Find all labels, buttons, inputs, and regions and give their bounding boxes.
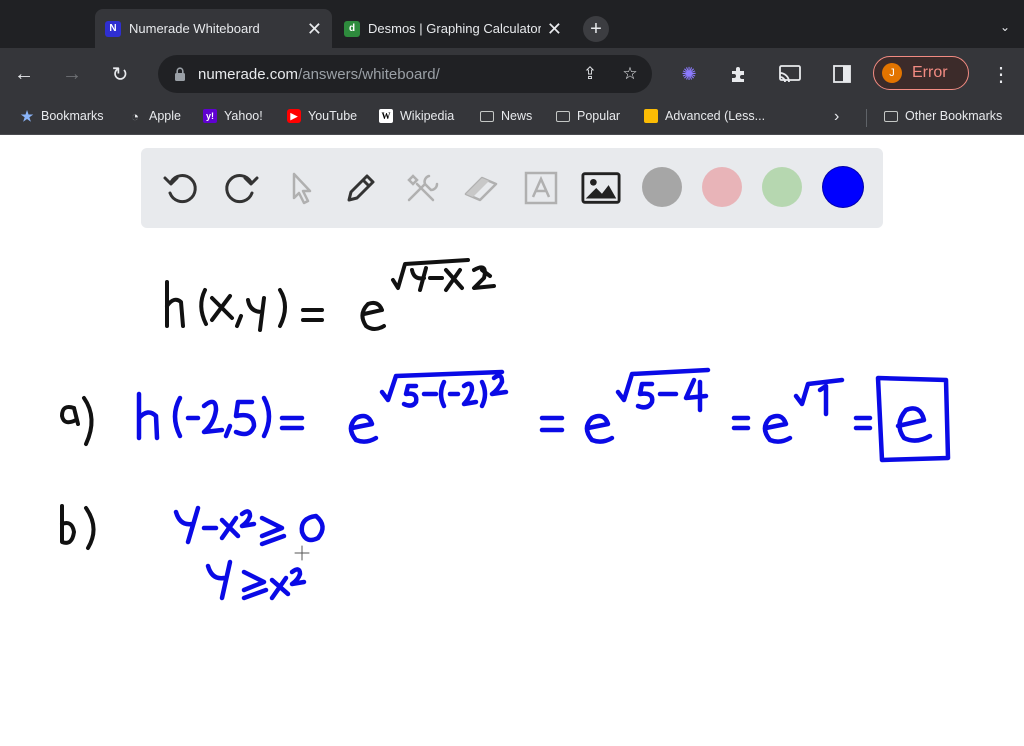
yahoo-icon: y! (203, 109, 217, 123)
color-swatch-blue-selected[interactable] (823, 167, 863, 207)
share-icon[interactable]: ⇪ (580, 64, 600, 84)
ink-function-definition (165, 258, 496, 332)
eraser-icon[interactable] (461, 168, 501, 208)
bookmark-youtube[interactable]: ▶ YouTube (287, 109, 357, 123)
bookmark-label: Wikipedia (400, 109, 455, 123)
bookmark-label: Other Bookmarks (905, 109, 1003, 123)
bookmark-news[interactable]: News (480, 109, 532, 123)
whiteboard-canvas[interactable] (0, 230, 1024, 746)
redo-icon[interactable] (221, 168, 261, 208)
color-swatch-pink[interactable] (702, 167, 742, 207)
pen-icon[interactable] (341, 168, 381, 208)
text-icon[interactable] (521, 168, 561, 208)
undo-icon[interactable] (161, 168, 201, 208)
side-panel-icon[interactable] (829, 61, 855, 87)
menu-kebab-icon[interactable]: ⋮ (988, 61, 1014, 87)
tab-strip: N Numerade Whiteboard ✕ d Desmos | Graph… (0, 0, 1024, 48)
whiteboard-toolbar (141, 148, 883, 228)
bookmark-star-icon[interactable]: ☆ (620, 64, 640, 84)
bookmark-wikipedia[interactable]: W Wikipedia (379, 109, 454, 123)
bookmark-advanced[interactable]: Advanced (Less... (644, 109, 765, 123)
lock-icon (175, 67, 185, 81)
folder-icon (480, 110, 494, 122)
back-button[interactable]: ← (10, 60, 38, 88)
tab-desmos[interactable]: d Desmos | Graphing Calculator ✕ (334, 9, 572, 48)
tools-icon[interactable] (401, 168, 441, 208)
new-tab-button[interactable]: + (583, 16, 609, 42)
youtube-icon: ▶ (287, 109, 301, 123)
avatar: J (882, 63, 902, 83)
desmos-icon: d (344, 20, 360, 37)
profile-status-label: Error (912, 64, 948, 81)
tab-numerade-whiteboard[interactable]: N Numerade Whiteboard ✕ (95, 9, 332, 48)
bookmark-popular[interactable]: Popular (556, 109, 620, 123)
apple-icon: ◔ (131, 108, 139, 124)
wikipedia-icon: W (379, 109, 393, 123)
profile-error-button[interactable]: J Error (873, 56, 969, 90)
cast-icon[interactable] (777, 61, 803, 87)
bookmark-yahoo[interactable]: y! Yahoo! (203, 109, 263, 123)
image-icon[interactable] (581, 168, 621, 208)
bookmark-label: News (501, 109, 533, 123)
bookmark-other[interactable]: Other Bookmarks (884, 109, 1002, 123)
bookmark-label: Apple (149, 109, 181, 123)
bookmark-label: Bookmarks (41, 109, 104, 123)
folder-icon (884, 110, 898, 122)
extension-gear-icon[interactable]: ✺ (676, 61, 702, 87)
bookmarks-divider (866, 109, 867, 127)
ink-part-a-label (60, 396, 94, 446)
color-swatch-gray[interactable] (642, 167, 682, 207)
numerade-icon: N (105, 20, 121, 37)
url-path: /answers/whiteboard/ (298, 65, 440, 83)
bookmark-label: YouTube (308, 109, 358, 123)
address-bar[interactable]: numerade.com/answers/whiteboard/ ⇪ ☆ (158, 55, 652, 93)
ink-part-b-label (60, 504, 96, 550)
bookmark-bookmarks[interactable]: ★ Bookmarks (20, 107, 104, 124)
forward-button[interactable]: → (58, 60, 86, 88)
bookmark-label: Popular (577, 109, 621, 123)
select-cursor-icon[interactable] (281, 168, 321, 208)
bookmark-label: Yahoo! (224, 109, 263, 123)
close-tab-icon[interactable]: ✕ (547, 20, 562, 38)
tab-search-chevron-icon[interactable]: ⌄ (1000, 20, 1010, 34)
crosshair-cursor-icon (294, 545, 310, 561)
reload-button[interactable]: ↻ (106, 60, 134, 88)
tab-title: Numerade Whiteboard (129, 21, 260, 36)
star-icon: ★ (20, 107, 34, 124)
ink-part-a-work (136, 367, 951, 463)
more-bookmarks-chevron-icon[interactable]: › (834, 108, 839, 126)
bookmark-label: Advanced (Less... (665, 109, 766, 123)
extensions-puzzle-icon[interactable] (726, 61, 752, 87)
bookmark-page-icon (644, 109, 658, 123)
close-tab-icon[interactable]: ✕ (307, 20, 322, 38)
browser-toolbar: ← → ↻ numerade.com/answers/whiteboard/ ⇪… (0, 48, 1024, 100)
bookmarks-bar: ★ Bookmarks ◔ Apple y! Yahoo! ▶ YouTube … (0, 100, 1024, 135)
tab-title: Desmos | Graphing Calculator (368, 21, 541, 36)
folder-icon (556, 110, 570, 122)
url-text: numerade.com/answers/whiteboard/ (198, 66, 440, 83)
bookmark-apple[interactable]: ◔ Apple (128, 108, 181, 124)
url-host: numerade.com (198, 65, 299, 83)
handwriting-layer (60, 258, 951, 601)
color-swatch-green[interactable] (762, 167, 802, 207)
